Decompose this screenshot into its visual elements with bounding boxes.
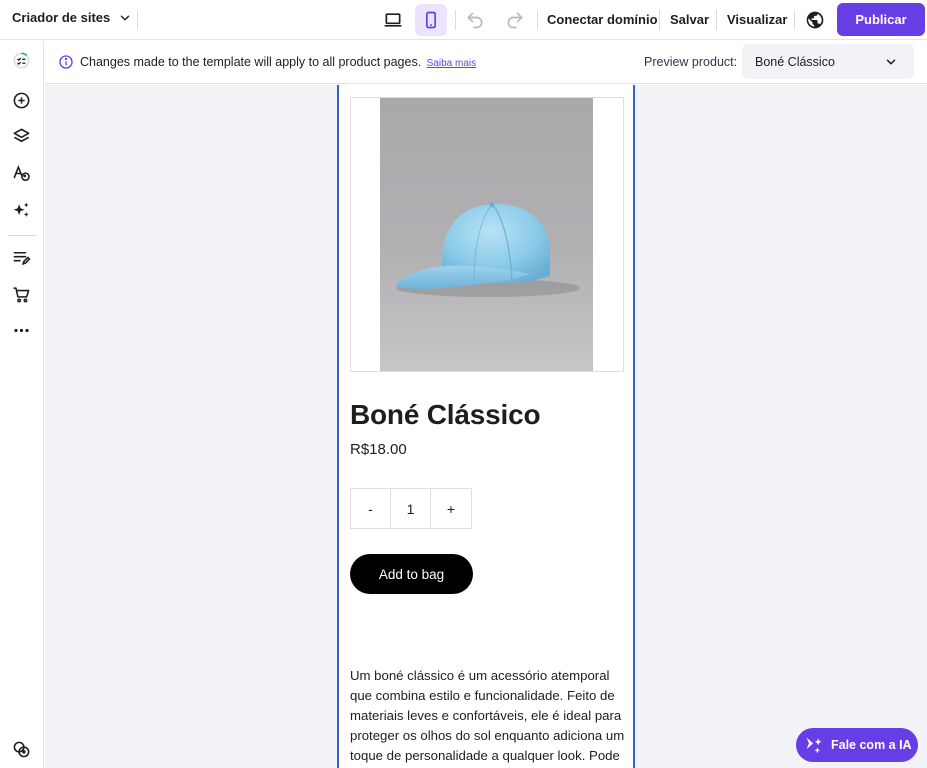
layers-button[interactable] xyxy=(8,123,34,149)
store-button[interactable] xyxy=(8,281,34,307)
learn-more-link[interactable]: Saiba mais xyxy=(427,58,476,69)
more-icon xyxy=(13,328,29,332)
preview-product-value: Boné Clássico xyxy=(755,55,835,69)
globe-icon xyxy=(806,11,824,29)
add-to-bag-button[interactable]: Add to bag xyxy=(350,554,473,594)
publish-button[interactable]: Publicar xyxy=(837,3,925,36)
divider xyxy=(8,235,36,236)
redo-button[interactable] xyxy=(499,4,531,36)
info-message-text: Changes made to the template will apply … xyxy=(80,55,422,69)
quantity-value[interactable]: 1 xyxy=(391,489,431,528)
template-info-bar: Changes made to the template will apply … xyxy=(45,41,927,84)
product-description: Um boné clássico é um acessório atempora… xyxy=(350,668,625,763)
ai-sparkle-icon xyxy=(806,737,822,754)
info-message: Changes made to the template will apply … xyxy=(80,55,476,69)
decrease-quantity-button[interactable]: - xyxy=(351,489,391,528)
progress-checklist-button[interactable] xyxy=(8,47,34,73)
chevron-down-icon xyxy=(121,15,130,20)
preview-product-label: Preview product: xyxy=(644,55,738,69)
undo-button[interactable] xyxy=(459,4,491,36)
ai-chat-button[interactable]: Fale com a IA xyxy=(796,728,918,762)
product-image-gallery[interactable] xyxy=(350,97,624,372)
site-builder-menu[interactable]: Criador de sites xyxy=(12,10,132,25)
blog-icon xyxy=(13,251,31,265)
laptop-icon xyxy=(384,13,402,27)
divider xyxy=(659,10,660,30)
cap-illustration xyxy=(396,202,580,297)
undo-icon xyxy=(467,12,483,29)
styles-icon xyxy=(13,164,30,181)
mobile-preview-frame[interactable]: Boné Clássico R$18.00 - 1 + Add to bag U… xyxy=(337,85,635,768)
help-button[interactable] xyxy=(8,736,34,762)
help-icon xyxy=(13,741,29,757)
ai-chat-label: Fale com a IA xyxy=(831,738,912,752)
redo-icon xyxy=(507,12,523,29)
divider xyxy=(537,10,538,30)
editor-canvas: Boné Clássico R$18.00 - 1 + Add to bag U… xyxy=(45,85,927,768)
language-button[interactable] xyxy=(799,4,831,36)
divider xyxy=(716,10,717,30)
top-bar: Criador de sites Conectar domínio Salvar… xyxy=(0,0,927,40)
mobile-phone-icon xyxy=(426,11,436,29)
layers-icon xyxy=(13,128,29,142)
add-icon xyxy=(13,92,29,108)
info-icon xyxy=(59,55,73,69)
quantity-stepper: - 1 + xyxy=(350,488,472,529)
more-button[interactable] xyxy=(8,317,34,343)
preview-product-select[interactable]: Boné Clássico xyxy=(742,44,914,79)
blog-button[interactable] xyxy=(8,244,34,270)
chevron-down-icon xyxy=(886,59,896,65)
connect-domain-button[interactable]: Conectar domínio xyxy=(547,12,658,27)
divider xyxy=(455,10,456,30)
left-sidebar xyxy=(0,41,44,768)
save-button[interactable]: Salvar xyxy=(670,12,709,27)
add-element-button[interactable] xyxy=(8,87,34,113)
ai-tools-icon xyxy=(13,202,29,217)
preview-button[interactable]: Visualizar xyxy=(727,12,787,27)
mobile-view-button[interactable] xyxy=(415,4,447,36)
product-photo xyxy=(380,98,593,371)
divider xyxy=(794,10,795,30)
increase-quantity-button[interactable]: + xyxy=(431,489,471,528)
styles-button[interactable] xyxy=(8,160,34,186)
desktop-view-button[interactable] xyxy=(377,4,409,36)
store-cart-icon xyxy=(13,286,29,302)
divider xyxy=(137,10,138,30)
product-title: Boné Clássico xyxy=(350,399,541,430)
brand-label: Criador de sites xyxy=(12,10,111,25)
product-price: R$18.00 xyxy=(350,441,407,458)
ai-tools-button[interactable] xyxy=(8,197,34,223)
progress-checklist-icon xyxy=(13,52,29,68)
